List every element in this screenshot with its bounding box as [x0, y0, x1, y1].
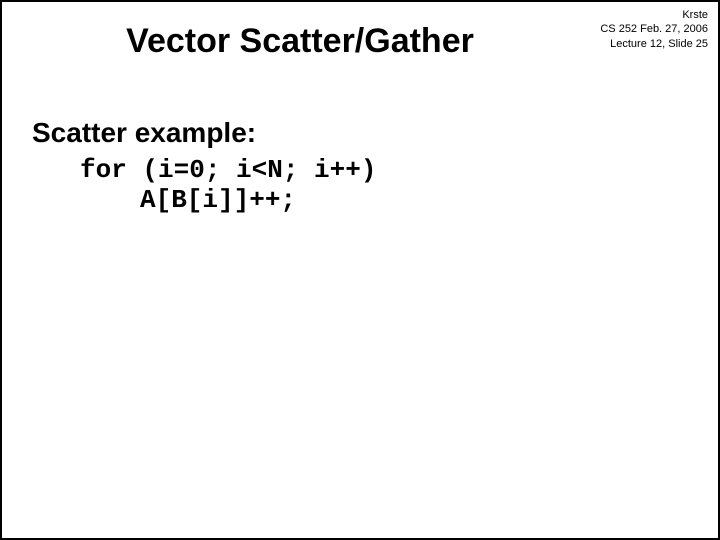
code-line-for: for (i=0; i<N; i++) [80, 155, 688, 185]
slide-content: Scatter example: for (i=0; i<N; i++) A[B… [32, 117, 688, 215]
slide-title: Vector Scatter/Gather [2, 22, 718, 61]
author-line: Krste [600, 8, 708, 22]
content-subtitle: Scatter example: [32, 117, 688, 149]
code-line-body: A[B[i]]++; [140, 185, 688, 215]
